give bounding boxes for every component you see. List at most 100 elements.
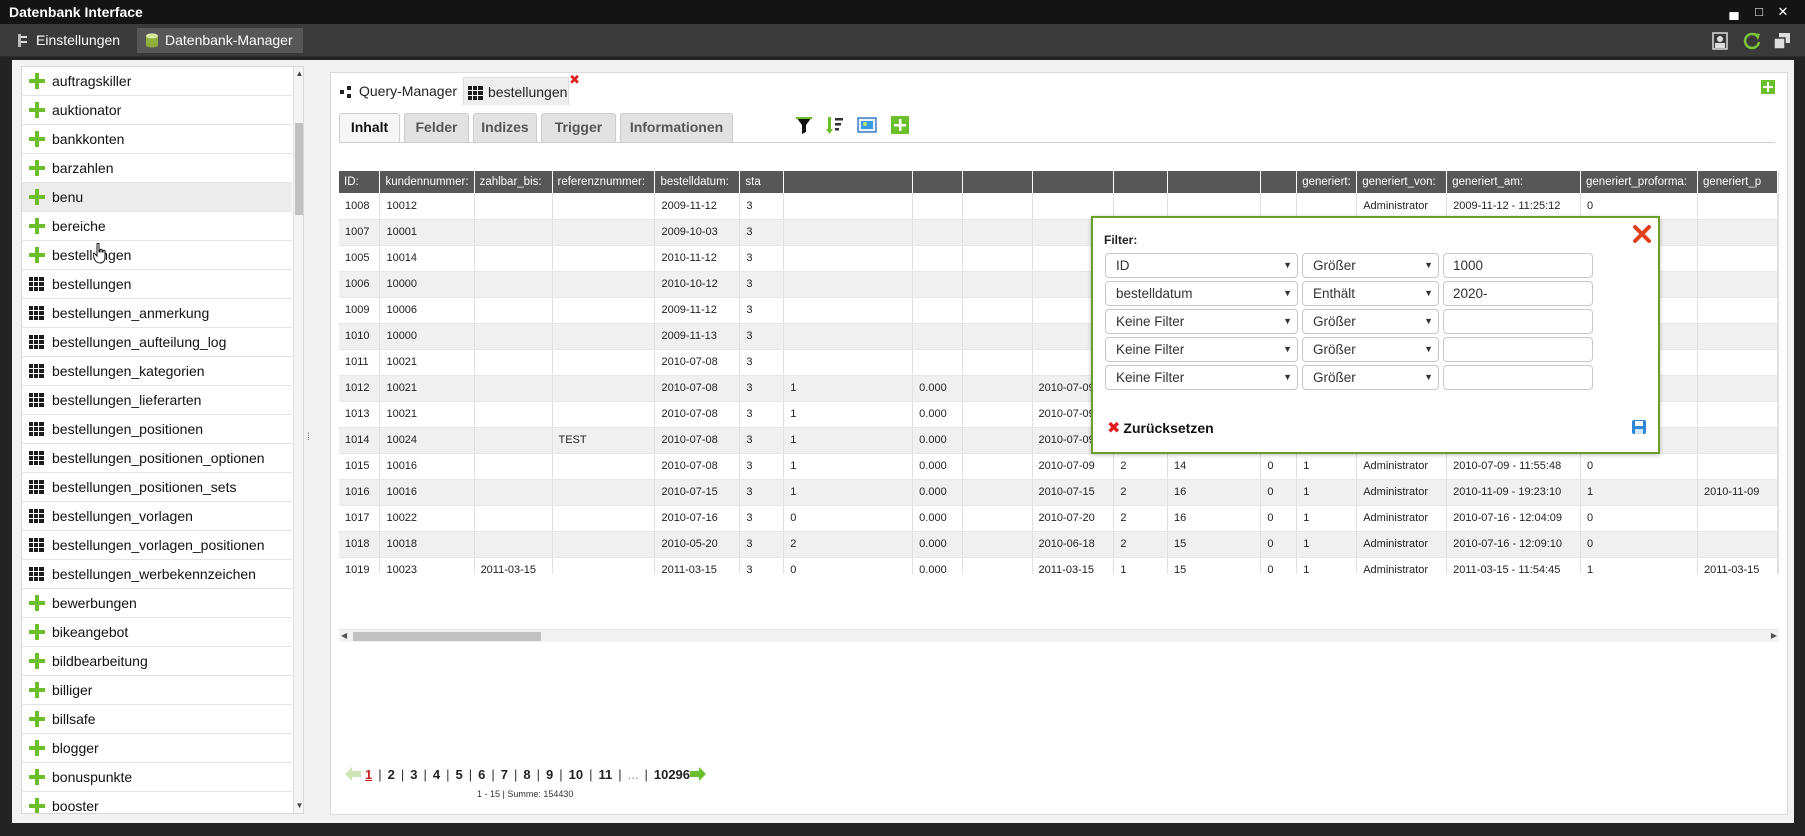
sidebar-item[interactable]: bankkonten: [22, 125, 292, 154]
horizontal-scrollbar[interactable]: ◀ ▶: [339, 629, 1779, 642]
menu-settings[interactable]: Einstellungen: [8, 28, 130, 53]
column-header[interactable]: kundennummer:: [379, 171, 475, 193]
save-filter-icon[interactable]: [1631, 419, 1647, 435]
page-link[interactable]: 11: [598, 767, 612, 782]
tab-inhalt[interactable]: Inhalt: [339, 113, 400, 142]
filter-field-select[interactable]: ID ▼: [1105, 253, 1298, 278]
sidebar-item[interactable]: bestellungen: [22, 241, 292, 270]
filter-icon[interactable]: [794, 115, 814, 135]
page-link[interactable]: 7: [501, 767, 508, 782]
filter-field-select[interactable]: Keine Filter ▼: [1105, 309, 1298, 334]
column-header[interactable]: generiert_von:: [1356, 171, 1448, 193]
sidebar-item[interactable]: bestellungen_positionen: [22, 415, 292, 444]
filter-field-select[interactable]: Keine Filter ▼: [1105, 337, 1298, 362]
plus-icon[interactable]: [29, 624, 45, 640]
plus-icon[interactable]: [29, 740, 45, 756]
filter-operator-select[interactable]: Größer ▼: [1302, 309, 1439, 334]
plus-icon[interactable]: [29, 218, 45, 234]
minimize-button[interactable]: ▄: [1725, 3, 1743, 21]
sidebar-item[interactable]: barzahlen: [22, 154, 292, 183]
panel-splitter[interactable]: ⁞: [306, 60, 314, 823]
tab-trigger[interactable]: Trigger: [541, 113, 616, 142]
close-tab-icon[interactable]: ✖: [569, 73, 580, 86]
filter-operator-select[interactable]: Größer ▼: [1302, 365, 1439, 390]
plus-icon[interactable]: [29, 73, 45, 89]
prev-page-icon[interactable]: [345, 767, 361, 781]
plus-icon[interactable]: [29, 682, 45, 698]
page-link[interactable]: 10: [569, 767, 583, 782]
export-image-icon[interactable]: [857, 115, 877, 135]
scroll-right-arrow[interactable]: ▶: [1771, 631, 1777, 640]
column-header[interactable]: referenznummer:: [552, 171, 656, 193]
plus-icon[interactable]: [29, 711, 45, 727]
page-link[interactable]: 3: [410, 767, 417, 782]
scroll-down-arrow[interactable]: ▼: [295, 801, 303, 811]
sidebar-item[interactable]: billsafe: [22, 705, 292, 734]
table-row[interactable]: 1019 10023 2011-03-15 2011-03-15 3 0 0.000 2011…: [339, 557, 1778, 574]
filter-value-input[interactable]: [1443, 309, 1593, 334]
page-link[interactable]: 5: [456, 767, 463, 782]
column-header[interactable]: generiert_proforma:: [1580, 171, 1698, 193]
sidebar-item[interactable]: auftragskiller: [22, 67, 292, 96]
column-header[interactable]: [783, 171, 914, 193]
column-header[interactable]: generiert_am:: [1446, 171, 1582, 193]
sidebar-item[interactable]: booster: [22, 792, 292, 813]
sidebar-item[interactable]: bestellungen_aufteilung_log: [22, 328, 292, 357]
sidebar-scrollbar[interactable]: ▲ ▼: [293, 67, 303, 813]
plus-icon[interactable]: [29, 798, 45, 813]
sidebar-item[interactable]: bestellungen_positionen_optionen: [22, 444, 292, 473]
user-icon[interactable]: [1710, 31, 1730, 51]
horizontal-scroll-thumb[interactable]: [353, 632, 541, 641]
sidebar-item[interactable]: bereiche: [22, 212, 292, 241]
plus-icon[interactable]: [29, 131, 45, 147]
filter-value-input[interactable]: [1443, 337, 1593, 362]
tab-informationen[interactable]: Informationen: [620, 113, 733, 142]
column-header[interactable]: [912, 171, 964, 193]
filter-operator-select[interactable]: Enthält ▼: [1302, 281, 1439, 306]
sort-icon[interactable]: [825, 115, 845, 135]
sidebar-item[interactable]: auktionator: [22, 96, 292, 125]
sidebar-item[interactable]: bestellungen_anmerkung: [22, 299, 292, 328]
sidebar-item[interactable]: bestellungen_lieferarten: [22, 386, 292, 415]
filter-operator-select[interactable]: Größer ▼: [1302, 337, 1439, 362]
tab-bestellungen[interactable]: bestellungen ✖: [463, 73, 580, 105]
sidebar-scroll-thumb[interactable]: [295, 123, 303, 215]
sidebar-item[interactable]: bestellungen: [22, 270, 292, 299]
windows-icon[interactable]: [1772, 31, 1792, 51]
close-filter-icon[interactable]: [1632, 224, 1652, 244]
page-link[interactable]: 4: [433, 767, 440, 782]
sidebar-item[interactable]: bestellungen_kategorien: [22, 357, 292, 386]
column-header[interactable]: [1260, 171, 1298, 193]
plus-icon[interactable]: [29, 595, 45, 611]
plus-icon[interactable]: [29, 102, 45, 118]
sidebar-item[interactable]: bestellungen_vorlagen: [22, 502, 292, 531]
maximize-button[interactable]: □: [1750, 3, 1768, 21]
scroll-left-arrow[interactable]: ◀: [341, 631, 347, 640]
page-link[interactable]: 6: [478, 767, 485, 782]
tab-felder[interactable]: Felder: [404, 113, 469, 142]
sidebar-item[interactable]: bikeangebot: [22, 618, 292, 647]
column-header[interactable]: zahlbar_bis:: [474, 171, 553, 193]
plus-icon[interactable]: [29, 653, 45, 669]
table-row[interactable]: 1017 10022 2010-07-16 3 0 0.000 2010-07-20 2 16 0…: [339, 505, 1778, 532]
column-header[interactable]: bestelldatum:: [654, 171, 741, 193]
page-link[interactable]: 8: [523, 767, 530, 782]
plus-icon[interactable]: [29, 189, 45, 205]
sidebar-item[interactable]: blogger: [22, 734, 292, 763]
column-header[interactable]: generiert:: [1296, 171, 1358, 193]
sidebar-item[interactable]: bestellungen_positionen_sets: [22, 473, 292, 502]
page-link[interactable]: 2: [388, 767, 395, 782]
sidebar-item[interactable]: bewerbungen: [22, 589, 292, 618]
table-row[interactable]: 1015 10016 2010-07-08 3 1 0.000 2010-07-09 2 14 0…: [339, 453, 1778, 480]
scroll-up-arrow[interactable]: ▲: [295, 69, 303, 79]
menu-database-manager[interactable]: Datenbank-Manager: [137, 28, 303, 53]
filter-value-input[interactable]: 1000: [1443, 253, 1593, 278]
tab-query-manager[interactable]: Query-Manager: [335, 77, 459, 105]
filter-value-input[interactable]: 2020-: [1443, 281, 1593, 306]
filter-field-select[interactable]: bestelldatum ▼: [1105, 281, 1298, 306]
close-window-button[interactable]: ✕: [1774, 3, 1792, 21]
add-record-icon[interactable]: [890, 115, 910, 135]
next-page-icon[interactable]: [690, 767, 707, 781]
column-header[interactable]: generiert_p: [1697, 171, 1778, 193]
table-row[interactable]: 1016 10016 2010-07-15 3 1 0.000 2010-07-15 2 16 0…: [339, 479, 1778, 506]
